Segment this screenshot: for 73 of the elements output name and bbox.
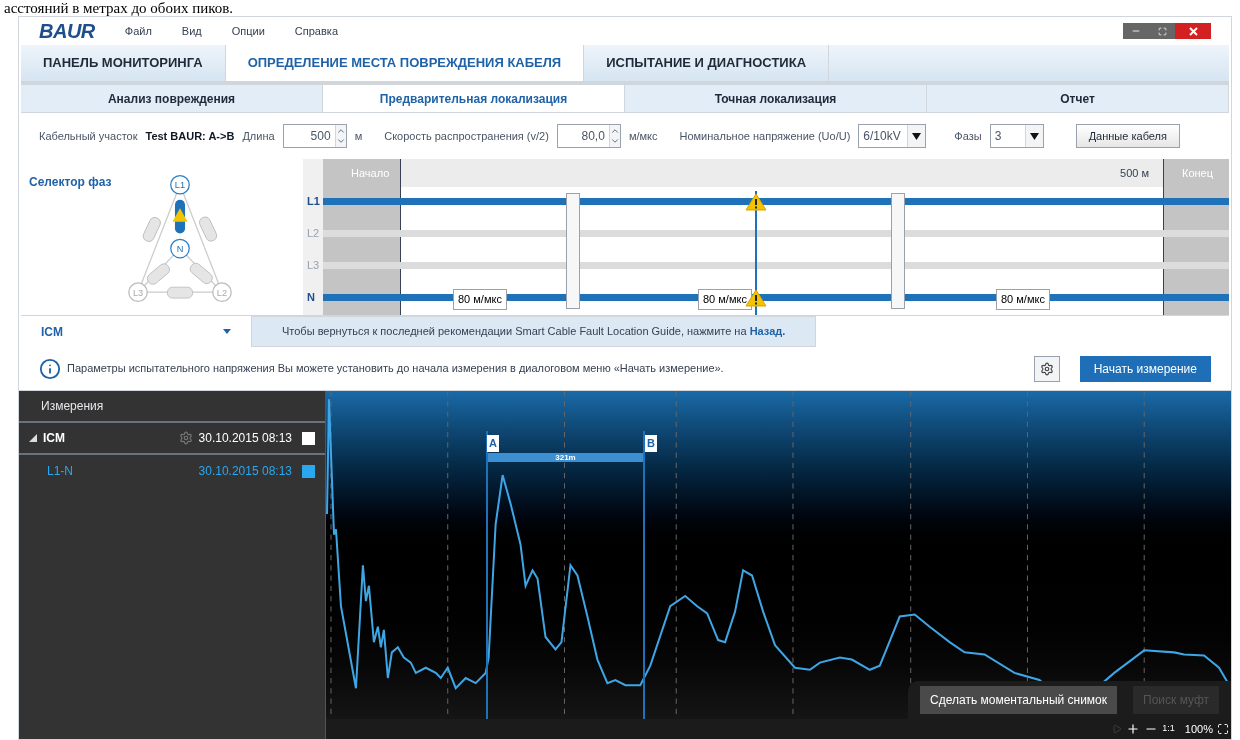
- settings-button[interactable]: [1033, 355, 1060, 382]
- phase-label: L1: [307, 194, 320, 209]
- start-measurement-button[interactable]: Начать измерение: [1079, 355, 1211, 382]
- length-spinbox[interactable]: 500: [282, 124, 347, 148]
- end-distance-label: 500 м: [1120, 166, 1149, 181]
- warning-icon: [745, 193, 767, 211]
- phase-label: N: [307, 290, 315, 305]
- field-label: Длина: [242, 128, 275, 144]
- close-button[interactable]: [1175, 23, 1211, 39]
- menu-item[interactable]: Опции: [231, 22, 265, 40]
- actual-size-button[interactable]: 1:1: [1162, 722, 1175, 736]
- settings-icon[interactable]: [1039, 361, 1054, 376]
- phase-label: L2: [307, 226, 320, 241]
- main-tab[interactable]: ОПРЕДЕЛЕНИЕ МЕСТА ПОВРЕЖДЕНИЯ КАБЕЛЯ: [225, 45, 585, 81]
- expand-triangle-icon: [29, 434, 37, 442]
- speed-tag[interactable]: 80 м/мкс: [996, 289, 1050, 310]
- minimize-button[interactable]: [1123, 23, 1149, 39]
- step-tab[interactable]: Анализ повреждения: [21, 85, 323, 112]
- maximize-button[interactable]: [1149, 23, 1175, 39]
- logo: BAUR: [39, 19, 95, 44]
- phase-label: L3: [307, 258, 320, 273]
- color-swatch[interactable]: [302, 464, 315, 478]
- tree-item[interactable]: ICM 30.10.2015 08:13: [19, 423, 325, 455]
- tree-item[interactable]: L1-N 30.10.2015 08:13: [19, 455, 325, 487]
- dropdown-arrow-icon[interactable]: [1029, 132, 1039, 140]
- distance-bar: 321m: [488, 453, 643, 462]
- warning-icon: [745, 289, 767, 307]
- menu-item[interactable]: Файл: [124, 22, 152, 40]
- color-swatch[interactable]: [302, 431, 315, 445]
- speed-spinbox[interactable]: 80,0: [556, 124, 621, 148]
- start-label: Начало: [351, 166, 390, 181]
- speed-tag[interactable]: 80 м/мкс: [453, 289, 507, 310]
- cable-data-button[interactable]: Данные кабеля: [1075, 124, 1180, 148]
- phase-selector-title: Селектор фаз: [29, 174, 112, 191]
- close-icon: [1188, 26, 1198, 36]
- step-tab[interactable]: Отчет: [927, 85, 1229, 112]
- zoom-level: 100%: [1184, 721, 1213, 737]
- gear-icon: [178, 431, 193, 445]
- cursor-line[interactable]: [486, 431, 488, 719]
- zoom-in-icon[interactable]: [1126, 722, 1141, 736]
- coupling-marker[interactable]: [891, 193, 905, 309]
- info-text: Параметры испытательного напряжения Вы можете установить до начала измерения в диалоговом меню «Начать измерение».: [67, 361, 725, 377]
- phases-dropdown[interactable]: 3: [989, 124, 1044, 148]
- cursor-label[interactable]: B: [645, 435, 657, 452]
- field-label: Кабельный участок: [39, 128, 138, 144]
- field-label: Фазы: [954, 128, 982, 144]
- document-text: асстояний в метрах до обоих пиков.: [3, 0, 235, 16]
- dropdown-arrow-icon[interactable]: [912, 132, 922, 140]
- guide-hint-text: Чтобы вернуться к последней рекомендации Smart Cable Fault Location Guide, нажмите на Назад.: [282, 324, 786, 340]
- info-icon: [39, 357, 61, 380]
- menu-item[interactable]: Вид: [181, 22, 202, 40]
- end-label: Конец: [1181, 166, 1213, 181]
- dropdown-arrow-icon: [223, 329, 231, 334]
- speed-tag[interactable]: 80 м/мкс: [698, 289, 752, 310]
- voltage-dropdown[interactable]: 6/10kV: [858, 124, 927, 148]
- back-link[interactable]: Назад.: [749, 325, 786, 338]
- phase-selector-drawing[interactable]: L1 N L3 L2: [121, 173, 240, 309]
- phase-node-label[interactable]: N: [177, 243, 184, 254]
- coupling-marker[interactable]: [566, 193, 580, 309]
- unit-label: м: [354, 128, 363, 144]
- snapshot-button[interactable]: Сделать моментальный снимок: [920, 686, 1118, 714]
- field-label: Скорость распространения (v/2): [384, 128, 549, 144]
- main-tab[interactable]: ИСПЫТАНИЕ И ДИАГНОСТИКА: [584, 45, 830, 81]
- main-tab[interactable]: ПАНЕЛЬ МОНИТОРИНГА: [21, 45, 226, 81]
- cursor-label[interactable]: A: [487, 435, 499, 452]
- maximize-icon[interactable]: [1157, 26, 1167, 36]
- section-value: Test BAUR: A->B: [145, 128, 235, 144]
- fit-to-screen-icon[interactable]: [1217, 723, 1229, 735]
- panel-title: Измерения: [19, 391, 325, 423]
- field-label: Номинальное напряжение (Uo/U): [679, 128, 851, 144]
- menu-item[interactable]: Справка: [294, 22, 338, 40]
- unit-label: м/мкс: [628, 128, 658, 144]
- step-tab[interactable]: Точная локализация: [625, 85, 927, 112]
